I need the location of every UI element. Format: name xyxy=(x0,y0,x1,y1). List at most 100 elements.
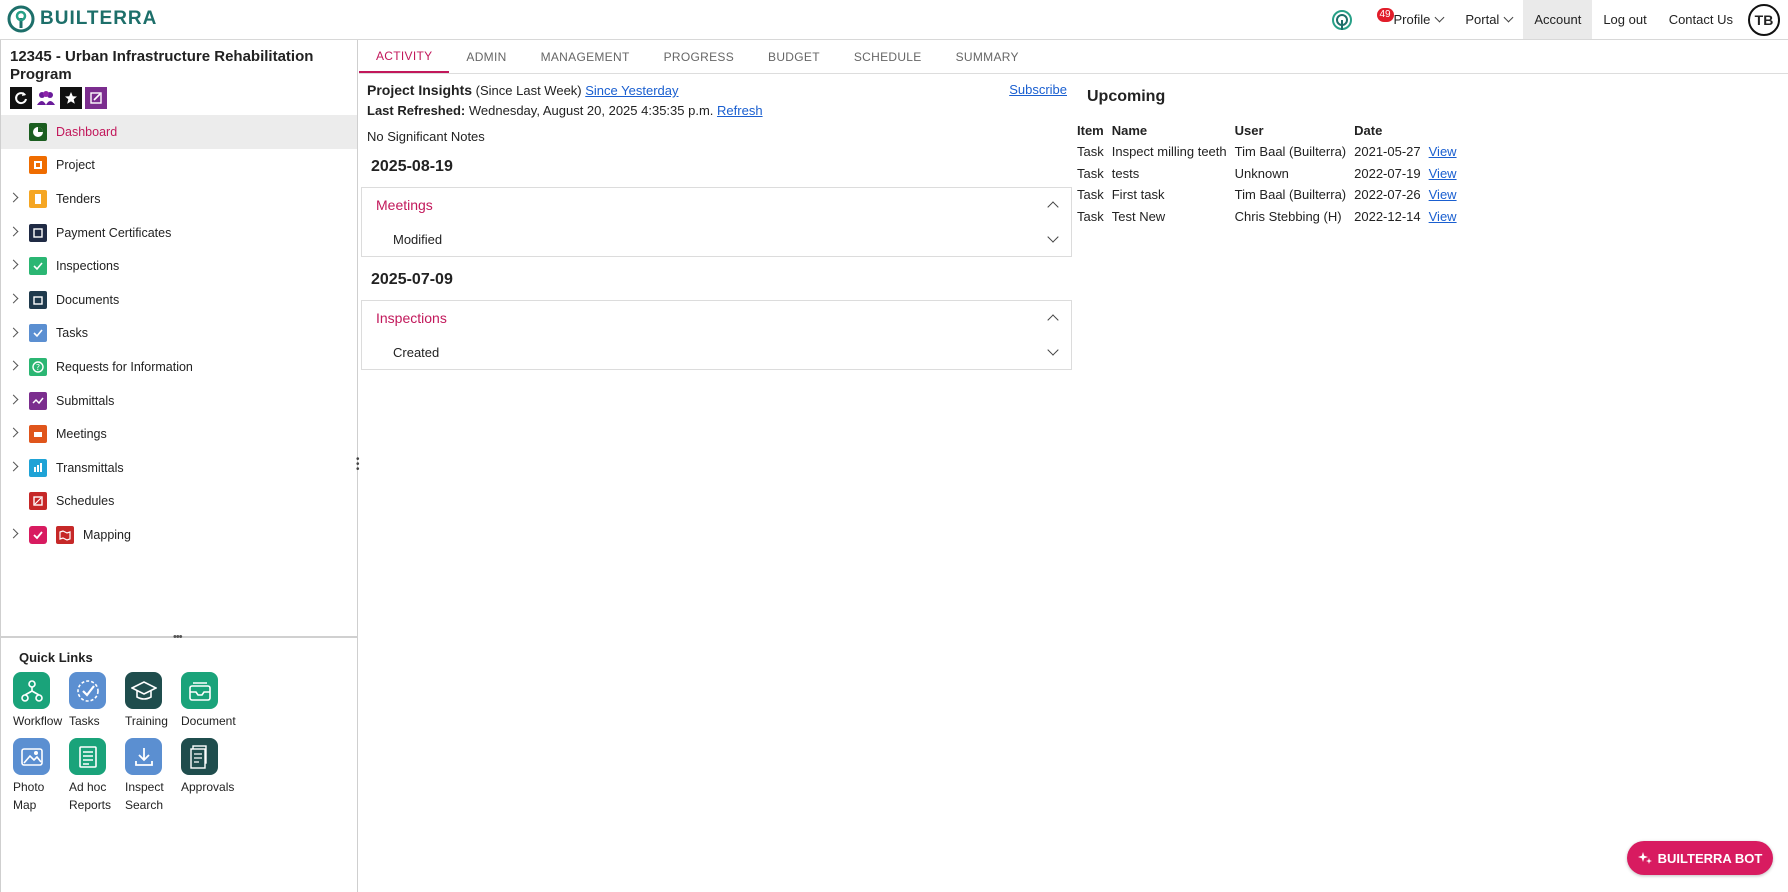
tab-admin[interactable]: ADMIN xyxy=(449,40,523,73)
quick-link-photo-map[interactable]: Photo Map xyxy=(13,738,69,814)
chevron-up-icon[interactable] xyxy=(1047,314,1059,326)
refresh-link[interactable]: Refresh xyxy=(717,103,763,118)
chevron-up-icon[interactable] xyxy=(1047,201,1059,213)
profile-menu[interactable]: 49 Profile xyxy=(1370,0,1455,39)
chevron-right-icon[interactable] xyxy=(8,394,19,405)
sidebar-item-schedules[interactable]: Schedules xyxy=(1,485,357,519)
mapping-checkbox[interactable] xyxy=(29,525,47,544)
edit-note-icon[interactable] xyxy=(85,87,107,109)
quick-link-approvals[interactable]: Approvals xyxy=(181,738,237,814)
sidebar-item-label: Documents xyxy=(56,292,120,307)
tasks-icon xyxy=(69,672,106,709)
chevron-right-icon[interactable] xyxy=(8,192,19,203)
portal-menu[interactable]: Portal xyxy=(1454,0,1523,39)
tab-schedule[interactable]: SCHEDULE xyxy=(837,40,939,73)
chevron-right-icon[interactable] xyxy=(8,327,19,338)
sidebar-item-dashboard[interactable]: Dashboard xyxy=(1,115,357,149)
refresh-icon[interactable] xyxy=(10,87,32,109)
sidebar-item-label: Requests for Information xyxy=(56,359,193,374)
quick-links-title: Quick Links xyxy=(19,650,93,665)
quick-link-label: Training xyxy=(125,714,168,728)
quick-link-ad-hoc-reports[interactable]: Ad hoc Reports xyxy=(69,738,125,814)
broadcast-button[interactable] xyxy=(1319,0,1370,39)
photo-icon xyxy=(13,738,50,775)
tab-progress[interactable]: PROGRESS xyxy=(647,40,751,73)
tab-budget[interactable]: BUDGET xyxy=(751,40,837,73)
sidebar-nav: Dashboard Project Tenders Payment Certif… xyxy=(1,115,357,552)
view-link[interactable]: View xyxy=(1429,187,1457,202)
chevron-down-icon xyxy=(1503,12,1514,23)
quick-link-label: Approvals xyxy=(181,780,235,794)
chevron-down-icon[interactable] xyxy=(1047,344,1059,356)
chevron-right-icon[interactable] xyxy=(8,528,19,539)
view-link[interactable]: View xyxy=(1429,144,1457,159)
builterra-logo[interactable]: BUILTERRA xyxy=(6,4,157,34)
report-icon xyxy=(69,738,106,775)
chevron-right-icon[interactable] xyxy=(8,259,19,270)
since-yesterday-link[interactable]: Since Yesterday xyxy=(585,83,678,98)
quick-link-inspect-search[interactable]: Inspect Search xyxy=(125,738,181,814)
view-link[interactable]: View xyxy=(1429,166,1457,181)
profile-label: Profile xyxy=(1393,12,1431,27)
activity-date: 2025-08-19 xyxy=(371,158,453,175)
sidebar-item-tenders[interactable]: Tenders xyxy=(1,182,357,216)
panel-change-label: Modified xyxy=(393,231,443,247)
contact-us-link[interactable]: Contact Us xyxy=(1658,0,1744,39)
quick-link-workflow[interactable]: Workflow xyxy=(13,672,69,730)
sidebar-item-project[interactable]: Project xyxy=(1,149,357,183)
quick-link-label: Inspect Search xyxy=(125,780,164,812)
sidebar-item-submittals[interactable]: Submittals xyxy=(1,384,357,418)
sidebar-item-label: Transmittals xyxy=(56,460,124,475)
panel-subitem[interactable]: Created xyxy=(362,335,1071,369)
sidebar-item-tasks[interactable]: Tasks xyxy=(1,317,357,351)
column-header: Name xyxy=(1111,123,1148,138)
tab-management[interactable]: MANAGEMENT xyxy=(524,40,647,73)
chevron-right-icon[interactable] xyxy=(8,293,19,304)
sidebar-item-transmittals[interactable]: Transmittals xyxy=(1,451,357,485)
avatar[interactable]: TB xyxy=(1748,3,1780,36)
chevron-right-icon[interactable] xyxy=(8,360,19,371)
date-cell: 2022-07-19 xyxy=(1354,165,1421,181)
subscribe-link[interactable]: Subscribe xyxy=(1009,82,1067,98)
tab-summary[interactable]: SUMMARY xyxy=(939,40,1036,73)
star-icon[interactable] xyxy=(60,87,82,109)
quick-link-tasks[interactable]: Tasks xyxy=(69,672,125,730)
mapping-icon xyxy=(56,525,74,544)
panel-header[interactable]: Meetings xyxy=(362,188,1071,222)
tab-activity[interactable]: ACTIVITY xyxy=(359,40,450,73)
logout-link[interactable]: Log out xyxy=(1592,0,1657,39)
sidebar-item-meetings[interactable]: Meetings xyxy=(1,417,357,451)
notification-badge: 49 xyxy=(1376,8,1394,22)
chevron-down-icon[interactable] xyxy=(1047,231,1059,243)
notes-text: No Significant Notes xyxy=(367,129,485,144)
quick-link-training[interactable]: Training xyxy=(125,672,181,730)
rfi-icon: ? xyxy=(29,357,47,376)
column-header xyxy=(1429,120,1465,141)
panel-section-label: Meetings xyxy=(376,197,433,213)
sidebar-item-label: Dashboard xyxy=(56,124,118,139)
table-row: Task First task Tim Baal (Builterra) 202… xyxy=(1077,184,1465,206)
chevron-right-icon[interactable] xyxy=(8,461,19,472)
team-icon[interactable] xyxy=(35,87,57,109)
approvals-icon xyxy=(181,738,218,775)
upcoming-title: Upcoming xyxy=(1087,88,1166,105)
account-link[interactable]: Account xyxy=(1523,0,1593,39)
quick-link-document[interactable]: Document xyxy=(181,672,237,730)
view-link[interactable]: View xyxy=(1429,209,1457,224)
sidebar-item-mapping[interactable]: Mapping xyxy=(1,518,357,552)
sidebar-item-label: Schedules xyxy=(56,494,115,509)
builterra-bot-button[interactable]: BUILTERRA BOT xyxy=(1627,841,1773,875)
quick-link-label: Tasks xyxy=(69,714,100,728)
chevron-right-icon[interactable] xyxy=(8,226,19,237)
panel-header[interactable]: Inspections xyxy=(362,301,1071,335)
sidebar-item-payment-certificates[interactable]: Payment Certificates xyxy=(1,216,357,250)
sidebar-item-rfi[interactable]: ? Requests for Information xyxy=(1,350,357,384)
sidebar-item-inspections[interactable]: Inspections xyxy=(1,249,357,283)
panel-subitem[interactable]: Modified xyxy=(362,222,1071,256)
sidebar-item-documents[interactable]: Documents xyxy=(1,283,357,317)
bot-label: BUILTERRA BOT xyxy=(1657,850,1763,866)
chevron-right-icon[interactable] xyxy=(8,427,19,438)
user-cell: Chris Stebbing (H) xyxy=(1234,208,1342,224)
sparkle-icon xyxy=(1637,852,1652,864)
last-refreshed-label: Last Refreshed: xyxy=(367,103,466,118)
